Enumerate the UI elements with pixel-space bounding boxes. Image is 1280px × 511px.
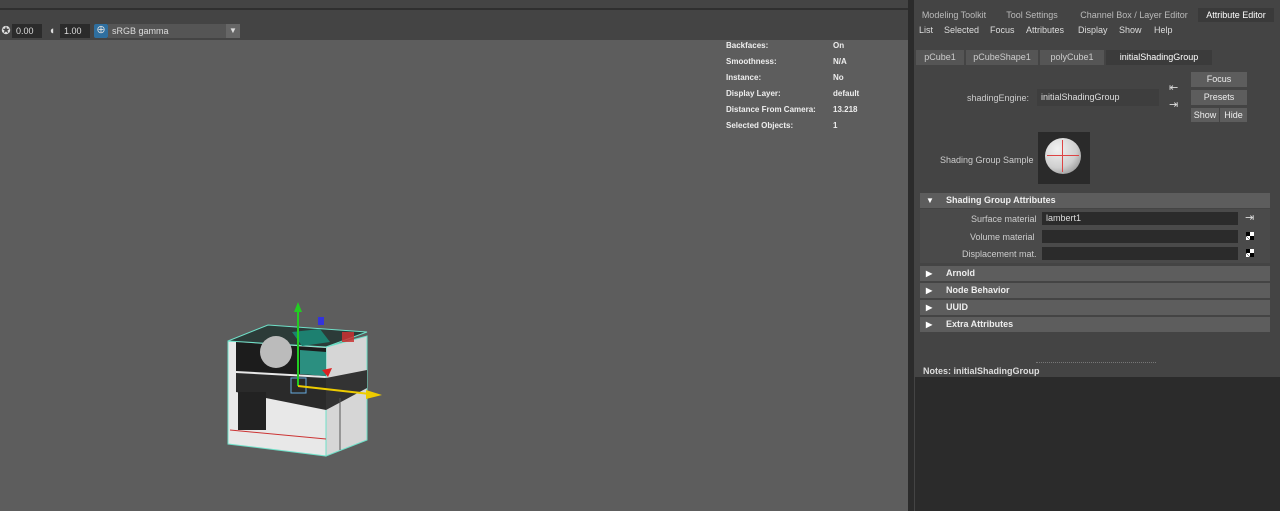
notes-textarea[interactable]	[915, 377, 1280, 511]
gamma-field[interactable]: 1.00	[60, 24, 90, 38]
volume-material-label: Volume material	[970, 232, 1035, 242]
section-title: UUID	[946, 302, 968, 312]
triangle-right-icon: ▶	[926, 286, 933, 295]
section-title: Arnold	[946, 268, 975, 278]
focus-button[interactable]: Focus	[1191, 72, 1247, 87]
section-title: Extra Attributes	[946, 319, 1014, 329]
node-tab-polycube1[interactable]: polyCube1	[1040, 50, 1104, 65]
shading-engine-name-field[interactable]: initialShadingGroup	[1037, 89, 1159, 106]
triangle-right-icon: ▶	[926, 303, 933, 312]
input-connection-icon[interactable]: ⇤	[1169, 81, 1178, 94]
menu-display[interactable]: Display	[1078, 23, 1108, 37]
triangle-down-icon: ▼	[926, 196, 934, 205]
hud-value: 13.218	[833, 105, 858, 114]
hud-value: No	[833, 73, 844, 82]
hud-value: default	[833, 89, 860, 98]
menu-attributes[interactable]: Attributes	[1026, 23, 1064, 37]
triangle-right-icon: ▶	[926, 269, 933, 278]
output-connection-icon[interactable]: ⇥	[1245, 211, 1254, 224]
exposure-field[interactable]: 0.00	[12, 24, 42, 38]
section-node-behavior[interactable]: ▶ Node Behavior	[920, 283, 1270, 298]
tab-modeling-toolkit[interactable]: Modeling Toolkit	[914, 8, 994, 22]
gamma-icon[interactable]: ◖	[46, 25, 58, 37]
volume-material-field[interactable]	[1042, 230, 1238, 243]
hud-value: N/A	[833, 57, 847, 66]
displacement-material-label: Displacement mat.	[962, 249, 1037, 259]
section-arnold[interactable]: ▶ Arnold	[920, 266, 1270, 281]
triangle-right-icon: ▶	[926, 320, 933, 329]
color-space-dropdown[interactable]: sRGB gamma ▼	[108, 24, 240, 38]
hud-value: 1	[833, 121, 838, 130]
map-checker-icon[interactable]	[1246, 249, 1254, 257]
exposure-icon[interactable]: ✪	[0, 25, 12, 37]
node-tab-initialshadinggroup[interactable]: initialShadingGroup	[1106, 50, 1212, 65]
output-connection-icon[interactable]: ⇥	[1169, 98, 1178, 111]
surface-material-label: Surface material	[971, 214, 1037, 224]
displacement-material-field[interactable]	[1042, 247, 1238, 260]
menu-show[interactable]: Show	[1119, 23, 1142, 37]
menu-selected[interactable]: Selected	[944, 23, 979, 37]
menu-focus[interactable]: Focus	[990, 23, 1015, 37]
chevron-down-icon[interactable]: ▼	[226, 24, 240, 38]
hud-key: Display Layer:	[726, 89, 781, 98]
map-checker-icon[interactable]	[1246, 232, 1254, 240]
hud-key: Distance From Camera:	[726, 105, 816, 114]
shading-engine-label: shadingEngine:	[967, 93, 1030, 103]
section-shading-group-attributes[interactable]: ▼ Shading Group Attributes	[920, 193, 1270, 208]
menu-help[interactable]: Help	[1154, 23, 1173, 37]
hud-key: Selected Objects:	[726, 121, 794, 130]
tab-tool-settings[interactable]: Tool Settings	[1000, 8, 1064, 22]
show-button[interactable]: Show	[1191, 108, 1219, 122]
material-sphere-icon	[1045, 138, 1081, 174]
viewport-toolbar: ✪ 0.00 ◖ 1.00 ⊕ sRGB gamma ▼	[0, 22, 908, 40]
color-space-value: sRGB gamma	[112, 26, 169, 36]
section-title: Node Behavior	[946, 285, 1010, 295]
surface-material-field[interactable]: lambert1	[1042, 212, 1238, 225]
tab-channel-box[interactable]: Channel Box / Layer Editor	[1074, 8, 1194, 22]
shading-group-sample-swatch[interactable]	[1038, 132, 1090, 184]
resize-handle[interactable]	[1036, 362, 1156, 364]
hud-key: Backfaces:	[726, 41, 769, 50]
presets-button[interactable]: Presets	[1191, 90, 1247, 105]
menu-list[interactable]: List	[919, 23, 933, 37]
shading-group-sample-label: Shading Group Sample	[940, 155, 1034, 165]
hud-key: Smoothness:	[726, 57, 777, 66]
hud-key: Instance:	[726, 73, 762, 82]
section-title: Shading Group Attributes	[946, 195, 1056, 205]
node-tab-pcubeshape1[interactable]: pCubeShape1	[966, 50, 1038, 65]
colorspace-icon[interactable]: ⊕	[94, 24, 108, 38]
tab-attribute-editor[interactable]: Attribute Editor	[1198, 8, 1274, 22]
top-strip	[0, 0, 908, 10]
section-extra-attributes[interactable]: ▶ Extra Attributes	[920, 317, 1270, 332]
hud-value: On	[833, 41, 845, 50]
shading-group-attributes-body: Surface material lambert1 ⇥ Volume mater…	[920, 209, 1270, 263]
section-uuid[interactable]: ▶ UUID	[920, 300, 1270, 315]
node-tab-pcube1[interactable]: pCube1	[916, 50, 964, 65]
hide-button[interactable]: Hide	[1220, 108, 1247, 122]
notes-label: Notes: initialShadingGroup	[923, 366, 1040, 376]
attribute-editor-panel: Modeling Toolkit Tool Settings Channel B…	[914, 0, 1280, 511]
